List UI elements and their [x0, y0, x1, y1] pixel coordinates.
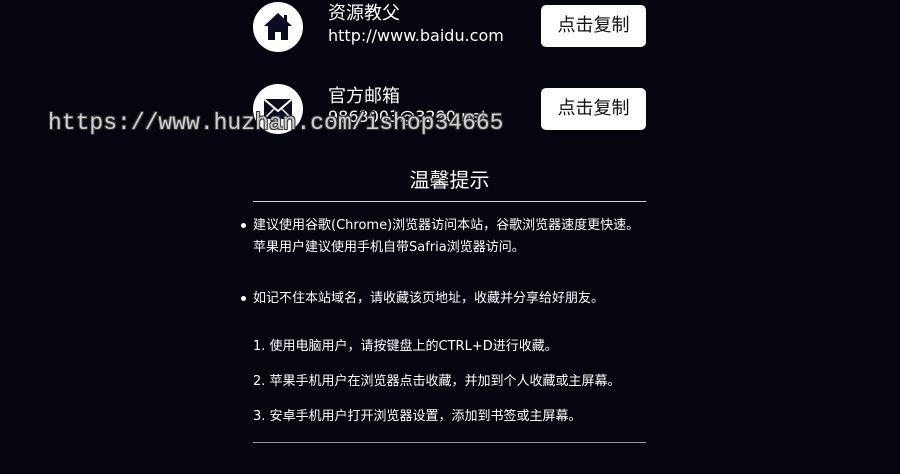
- bullet-dot: [241, 296, 246, 301]
- mail-icon: [253, 84, 303, 134]
- contact-title-email: 官方邮箱: [328, 86, 400, 107]
- copy-email-button[interactable]: 点击复制: [541, 88, 646, 130]
- tip-step-1: 1. 使用电脑用户，请按键盘上的CTRL+D进行收藏。: [253, 339, 558, 354]
- copy-url-button[interactable]: 点击复制: [541, 5, 646, 47]
- tips-heading: 温馨提示: [409, 168, 490, 192]
- tip-step-2: 2. 苹果手机用户在浏览器点击收藏，并加到个人收藏或主屏幕。: [253, 374, 621, 389]
- home-icon: [253, 2, 303, 52]
- tips-top-divider: [253, 201, 646, 202]
- contact-title-resource: 资源教父: [328, 3, 400, 24]
- contact-value-email: 9863003@3290.net: [328, 107, 488, 126]
- tip-browser-line-2: 苹果用户建议使用手机自带Safria浏览器访问。: [253, 240, 525, 255]
- bullet-dot: [241, 223, 246, 228]
- tips-bottom-divider: [253, 442, 646, 443]
- contact-value-url: http://www.baidu.com: [328, 26, 504, 45]
- contact-page: 资源教父 http://www.baidu.com 点击复制 官方邮箱 9863…: [0, 0, 900, 474]
- tip-bookmark-line: 如记不住本站域名，请收藏该页地址，收藏并分享给好朋友。: [253, 291, 605, 306]
- tip-step-3: 3. 安卓手机用户打开浏览器设置，添加到书签或主屏幕。: [253, 409, 582, 424]
- tip-browser-line-1: 建议使用谷歌(Chrome)浏览器访问本站，谷歌浏览器速度更快速。: [253, 218, 640, 233]
